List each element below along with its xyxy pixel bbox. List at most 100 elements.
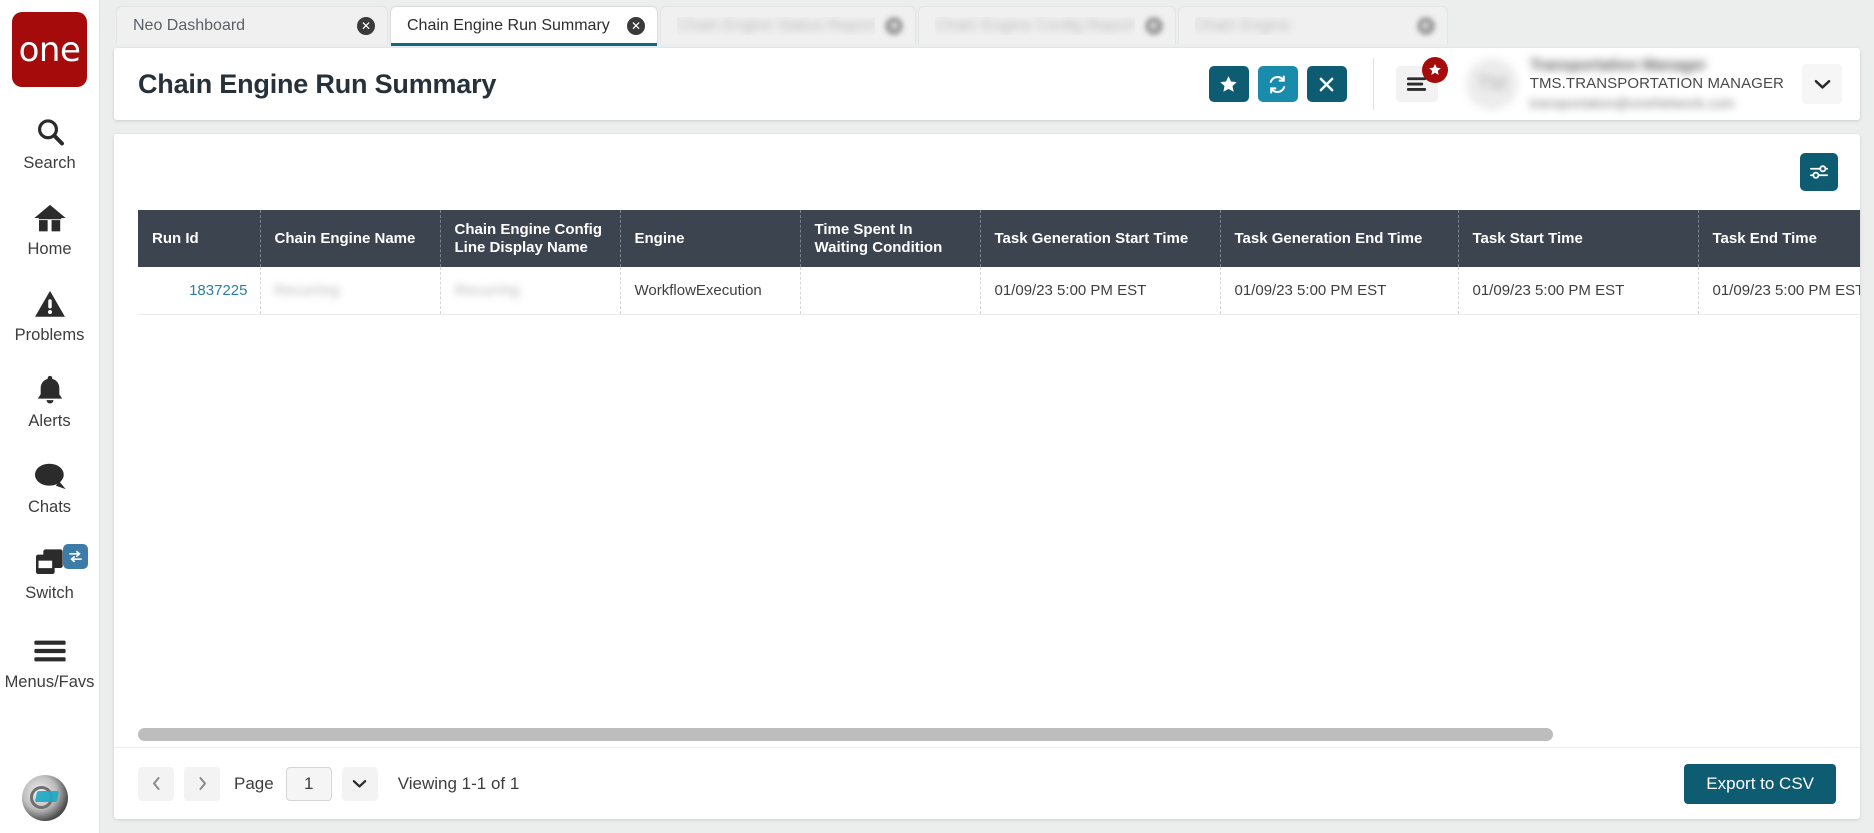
pagination-footer: Page Viewing 1-1 of 1 Export to CSV bbox=[114, 747, 1860, 819]
user-text-block: Transportation Manager TMS.TRANSPORTATIO… bbox=[1530, 56, 1784, 113]
home-icon bbox=[33, 200, 67, 236]
column-header-run-id[interactable]: Run Id bbox=[138, 210, 261, 268]
column-header-task-generation-end-time[interactable]: Task Generation End Time bbox=[1220, 210, 1459, 268]
refresh-button[interactable] bbox=[1257, 66, 1298, 102]
tab-chain-engine[interactable]: Chain Engine ✕ bbox=[1177, 6, 1448, 44]
tab-chain-engine-status-report[interactable]: Chain Engine Status Report ✕ bbox=[660, 6, 917, 44]
previous-page-button[interactable] bbox=[138, 766, 174, 801]
one-network-logo[interactable]: one bbox=[12, 12, 87, 87]
page-label: Page bbox=[234, 773, 274, 793]
tab-chain-engine-config-report[interactable]: Chain Engine Config Report ✕ bbox=[918, 6, 1176, 44]
close-circle-icon[interactable]: ✕ bbox=[885, 16, 904, 35]
cell-task-start-time: 01/09/23 5:00 PM EST bbox=[1458, 267, 1699, 315]
run-id-link[interactable]: 1837225 bbox=[189, 282, 247, 299]
table-row[interactable]: 1837225 Recurring Recurring WorkflowExec… bbox=[138, 267, 1860, 315]
user-name: Transportation Manager bbox=[1529, 56, 1707, 74]
table-header-row: Run Id Chain Engine Name Chain Engine Co… bbox=[138, 210, 1860, 268]
cell-run-id: 1837225 bbox=[138, 267, 261, 315]
rail-item-alerts[interactable]: Alerts bbox=[0, 372, 100, 431]
close-circle-icon[interactable]: ✕ bbox=[357, 16, 375, 35]
header-divider bbox=[1372, 58, 1374, 110]
rail-item-search[interactable]: Search bbox=[0, 114, 100, 173]
star-icon bbox=[1219, 75, 1238, 94]
column-header-chain-engine-name[interactable]: Chain Engine Name bbox=[260, 210, 441, 268]
horizontal-scrollbar-track[interactable] bbox=[138, 727, 1836, 741]
rail-label-alerts: Alerts bbox=[28, 412, 71, 430]
column-header-chain-engine-config-line-display-name[interactable]: Chain Engine Config Line Display Name bbox=[440, 210, 621, 268]
close-circle-icon[interactable]: ✕ bbox=[627, 16, 645, 35]
export-to-csv-button[interactable]: Export to CSV bbox=[1684, 763, 1836, 804]
rail-item-menus-favs[interactable]: Menus/Favs bbox=[0, 633, 100, 692]
rail-label-chats: Chats bbox=[27, 498, 72, 516]
panel-toolbar bbox=[114, 134, 1860, 210]
page-header: Chain Engine Run Summary TM Transportati… bbox=[114, 48, 1860, 120]
logo-text: one bbox=[18, 29, 81, 70]
cell-task-generation-start-time: 01/09/23 5:00 PM EST bbox=[980, 267, 1221, 315]
chevron-down-icon bbox=[352, 779, 367, 789]
rail-label-switch: Switch bbox=[25, 584, 74, 602]
application-window: one Search Home Problems Alerts Chats Sw… bbox=[0, 0, 1874, 833]
rail-label-menus-favs: Menus/Favs bbox=[4, 673, 95, 691]
switch-windows-icon bbox=[34, 544, 66, 580]
tab-label: Chain Engine Config Report bbox=[935, 16, 1135, 34]
tab-label: Neo Dashboard bbox=[133, 16, 246, 34]
tab-chain-engine-run-summary[interactable]: Chain Engine Run Summary ✕ bbox=[390, 6, 658, 46]
column-header-task-start-time[interactable]: Task Start Time bbox=[1458, 210, 1699, 268]
chevron-left-icon bbox=[151, 776, 162, 791]
cell-time-spent-in-waiting-condition bbox=[800, 267, 981, 315]
user-profile[interactable]: TM Transportation Manager TMS.TRANSPORTA… bbox=[1465, 56, 1784, 113]
cell-engine: WorkflowExecution bbox=[620, 267, 801, 315]
close-circle-icon[interactable]: ✕ bbox=[1144, 16, 1163, 35]
column-header-task-generation-start-time[interactable]: Task Generation Start Time bbox=[980, 210, 1221, 268]
avatar-initials: TM bbox=[1477, 72, 1507, 95]
page-size-dropdown[interactable] bbox=[341, 766, 378, 801]
search-icon bbox=[34, 114, 66, 150]
browser-tab-strip: Neo Dashboard ✕ Chain Engine Run Summary… bbox=[100, 0, 1874, 46]
user-menu-toggle[interactable] bbox=[1802, 64, 1842, 104]
rail-label-problems: Problems bbox=[14, 326, 85, 344]
chat-bubble-icon bbox=[33, 458, 67, 494]
table-scroll-area[interactable]: Run Id Chain Engine Name Chain Engine Co… bbox=[114, 210, 1860, 721]
table-settings-button[interactable] bbox=[1800, 153, 1838, 191]
column-header-time-spent-in-waiting-condition[interactable]: Time Spent In Waiting Condition bbox=[800, 210, 981, 268]
cell-task-end-time: 01/09/23 5:00 PM EST bbox=[1698, 267, 1860, 315]
run-summary-table: Run Id Chain Engine Name Chain Engine Co… bbox=[138, 210, 1860, 315]
assistant-avatar-icon[interactable] bbox=[22, 775, 68, 821]
user-email: transportation@oneNetwork.com bbox=[1529, 94, 1735, 111]
column-header-engine[interactable]: Engine bbox=[620, 210, 801, 268]
rail-item-switch[interactable]: Switch bbox=[0, 544, 100, 603]
page-header-actions bbox=[1208, 66, 1347, 102]
column-header-task-end-time[interactable]: Task End Time bbox=[1698, 210, 1860, 268]
refresh-icon bbox=[1267, 74, 1288, 95]
cell-chain-engine-name: Recurring bbox=[260, 267, 441, 315]
avatar: TM bbox=[1465, 58, 1518, 110]
bell-icon bbox=[35, 372, 65, 408]
left-navigation-rail: one Search Home Problems Alerts Chats Sw… bbox=[0, 0, 100, 833]
favorite-button[interactable] bbox=[1208, 66, 1249, 102]
chevron-down-icon bbox=[1814, 79, 1831, 90]
rail-item-home[interactable]: Home bbox=[0, 200, 100, 259]
horizontal-scrollbar-thumb[interactable] bbox=[138, 727, 1553, 741]
user-role: TMS.TRANSPORTATION MANAGER bbox=[1529, 75, 1784, 93]
next-page-button[interactable] bbox=[184, 766, 220, 801]
results-panel: Run Id Chain Engine Name Chain Engine Co… bbox=[114, 134, 1860, 819]
rail-item-chats[interactable]: Chats bbox=[0, 458, 100, 517]
tab-label: Chain Engine bbox=[1194, 16, 1291, 34]
close-circle-icon[interactable]: ✕ bbox=[1416, 16, 1435, 35]
main-region: Neo Dashboard ✕ Chain Engine Run Summary… bbox=[100, 0, 1874, 833]
star-badge-icon bbox=[1421, 57, 1448, 83]
page-number-input[interactable] bbox=[285, 766, 332, 801]
swap-arrows-icon[interactable] bbox=[62, 544, 88, 569]
header-menu-button[interactable] bbox=[1395, 57, 1448, 102]
cell-task-generation-end-time: 01/09/23 5:00 PM EST bbox=[1220, 267, 1459, 315]
hamburger-icon bbox=[33, 633, 67, 669]
close-page-button[interactable] bbox=[1306, 66, 1347, 102]
warning-triangle-icon bbox=[34, 286, 66, 322]
tab-neo-dashboard[interactable]: Neo Dashboard ✕ bbox=[116, 6, 388, 44]
rail-label-search: Search bbox=[23, 154, 76, 172]
tab-label: Chain Engine Run Summary bbox=[407, 16, 610, 34]
rail-item-problems[interactable]: Problems bbox=[0, 286, 100, 345]
sliders-icon bbox=[1809, 163, 1830, 181]
page-title: Chain Engine Run Summary bbox=[138, 68, 497, 99]
tab-label: Chain Engine Status Report bbox=[677, 16, 876, 34]
